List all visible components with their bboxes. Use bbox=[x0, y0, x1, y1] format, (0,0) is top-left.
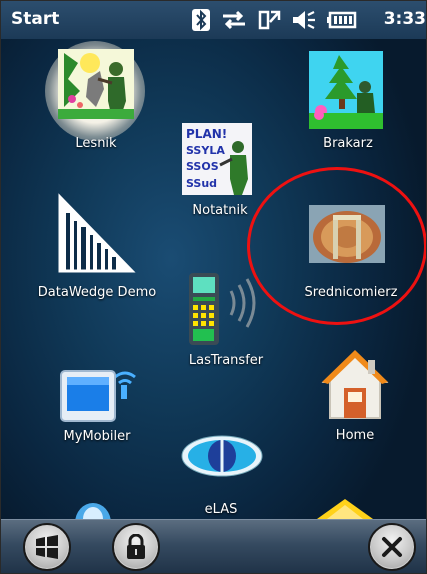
brakarz-icon bbox=[309, 51, 383, 129]
home-icon bbox=[321, 350, 389, 419]
app-brakarz[interactable]: Brakarz bbox=[291, 41, 401, 156]
brakarz-label: Brakarz bbox=[323, 136, 373, 151]
elas-icon bbox=[181, 435, 263, 477]
app-lesnik[interactable]: Lesnik bbox=[31, 41, 161, 156]
app-notatnik[interactable]: PLAN! SSYLA SSOS SSud Notatnik bbox=[171, 119, 271, 227]
battery-icon[interactable] bbox=[327, 8, 357, 32]
srednicomierz-label: Srednicomierz bbox=[304, 285, 398, 300]
app-home[interactable]: Home bbox=[306, 346, 406, 451]
mymobiler-label: MyMobiler bbox=[63, 429, 131, 444]
app-mymobiler[interactable]: MyMobiler bbox=[41, 353, 151, 453]
partial-app-icon-right[interactable] bbox=[315, 497, 375, 521]
app-elas[interactable]: eLAS bbox=[171, 426, 271, 521]
notatnik-icon: PLAN! SSYLA SSOS SSud bbox=[182, 123, 252, 195]
app-lastransfer[interactable]: LasTransfer bbox=[171, 269, 281, 377]
close-button[interactable] bbox=[368, 523, 416, 571]
lesnik-label: Lesnik bbox=[75, 136, 117, 151]
barcode-icon bbox=[58, 193, 136, 273]
app-srednicomierz[interactable]: Srednicomierz bbox=[291, 197, 411, 307]
data-transfer-icon[interactable] bbox=[221, 8, 247, 32]
lastransfer-label: LasTransfer bbox=[188, 353, 264, 368]
mymobiler-icon bbox=[60, 370, 136, 422]
home-label: Home bbox=[335, 428, 375, 443]
elas-label: eLAS bbox=[204, 502, 238, 517]
notatnik-icon-line-3: SSOS bbox=[186, 160, 219, 173]
clock[interactable]: 3:33 bbox=[384, 9, 426, 29]
lastransfer-icon bbox=[189, 273, 256, 345]
lock-icon bbox=[127, 534, 145, 559]
windows-start-icon bbox=[36, 535, 58, 559]
start-title[interactable]: Start bbox=[11, 9, 59, 29]
lock-button[interactable] bbox=[112, 523, 160, 571]
lesnik-icon bbox=[58, 49, 134, 119]
datawedge-label: DataWedge Demo bbox=[37, 285, 157, 300]
notatnik-icon-line-2: SSYLA bbox=[186, 144, 225, 157]
app-datawedge-demo[interactable]: DataWedge Demo bbox=[26, 189, 166, 309]
taskbar bbox=[1, 519, 426, 573]
notatnik-icon-line-4: SSud bbox=[186, 177, 217, 190]
notatnik-label: Notatnik bbox=[192, 203, 248, 218]
screen: Start 3:33 Lesnik Brakarz PLAN! SSYLA SS… bbox=[0, 0, 427, 574]
srednicomierz-icon bbox=[309, 205, 385, 263]
close-icon bbox=[382, 537, 402, 557]
signal-icon[interactable] bbox=[257, 8, 281, 32]
status-bar: Start 3:33 bbox=[1, 1, 426, 39]
notatnik-icon-line-1: PLAN! bbox=[186, 127, 227, 141]
bluetooth-icon[interactable] bbox=[191, 8, 211, 32]
windows-start-button[interactable] bbox=[23, 523, 71, 571]
status-icons bbox=[191, 7, 357, 33]
volume-icon[interactable] bbox=[291, 8, 317, 32]
